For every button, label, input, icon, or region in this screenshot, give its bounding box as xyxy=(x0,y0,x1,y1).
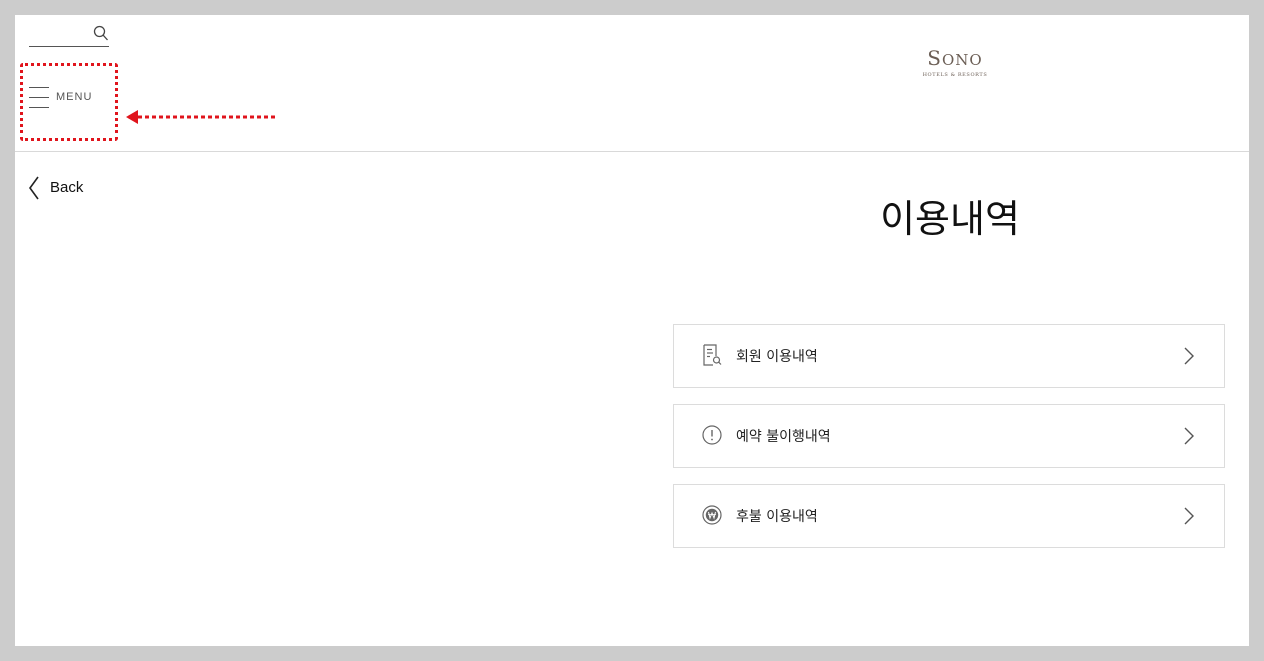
logo-wordmark: SONO xyxy=(927,46,983,70)
list-item-member-history[interactable]: 회원 이용내역 xyxy=(673,324,1225,388)
list-item-label: 예약 불이행내역 xyxy=(736,429,831,445)
chevron-right-icon xyxy=(1184,507,1194,525)
chevron-left-icon xyxy=(29,176,39,200)
page-title: 이용내역 xyxy=(880,197,1020,241)
list-item-label: 회원 이용내역 xyxy=(736,349,818,365)
list-item-reservation-noshow[interactable]: 예약 불이행내역 xyxy=(673,404,1225,468)
annotation-highlight-box xyxy=(20,63,118,141)
chevron-right-icon xyxy=(1184,347,1194,365)
sono-logo[interactable]: SONO HOTELS & RESORTS xyxy=(910,47,1000,79)
won-coin-icon xyxy=(702,505,722,525)
search-box[interactable] xyxy=(29,24,109,47)
site-header: MENU SONO HOTELS & RESORTS xyxy=(15,15,1249,152)
annotation-arrow-icon xyxy=(126,110,276,124)
search-icon[interactable] xyxy=(93,25,109,43)
document-search-icon xyxy=(703,344,722,366)
list-item-label: 후불 이용내역 xyxy=(736,509,818,525)
page-frame: MENU SONO HOTELS & RESORTS Back 이용내역 회원 … xyxy=(15,15,1249,646)
history-menu-list: 회원 이용내역 예약 불이행내역 후불 이용내역 xyxy=(673,324,1225,564)
chevron-right-icon xyxy=(1184,427,1194,445)
list-item-deferred-payment[interactable]: 후불 이용내역 xyxy=(673,484,1225,548)
back-label: Back xyxy=(50,179,84,196)
logo-tagline: HOTELS & RESORTS xyxy=(922,72,988,78)
alert-circle-icon xyxy=(702,425,722,445)
